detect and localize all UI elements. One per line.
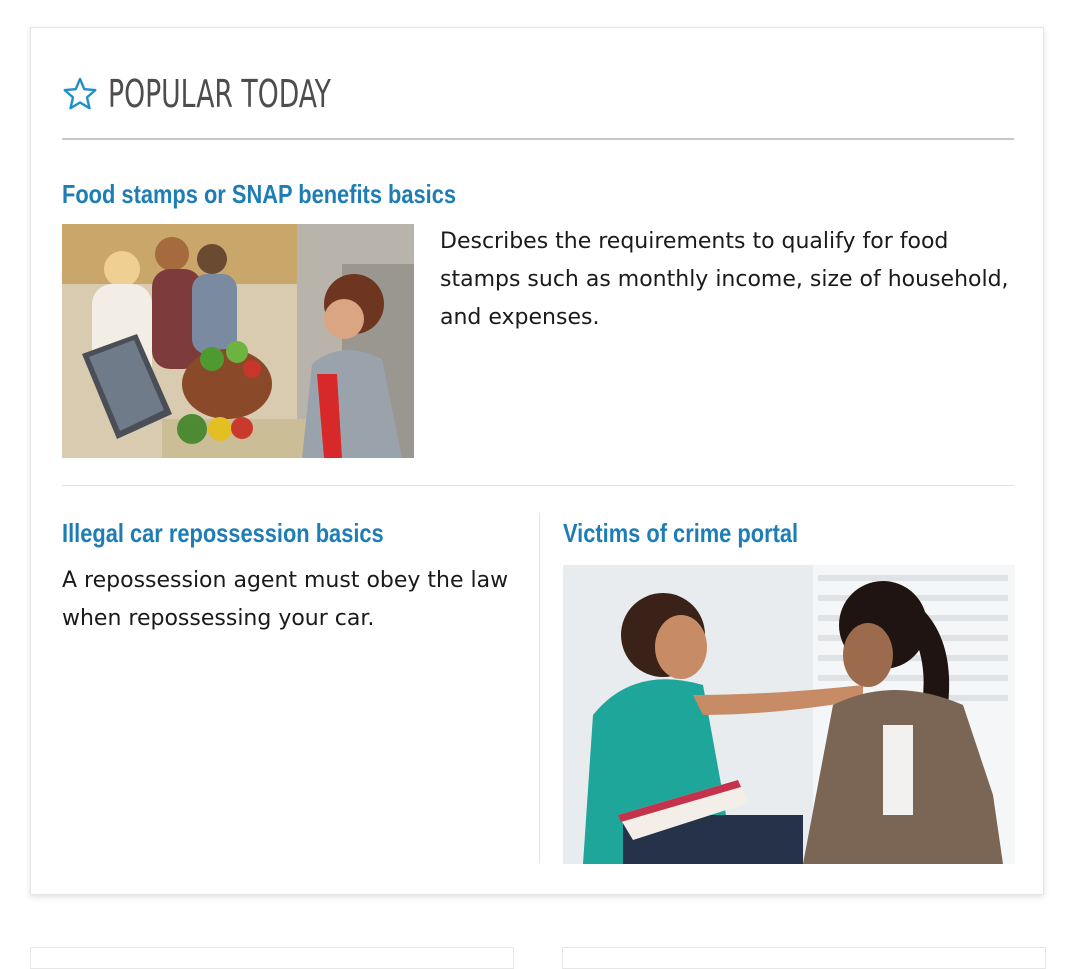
next-card-stub bbox=[30, 947, 514, 969]
header-divider bbox=[62, 138, 1014, 140]
section-divider bbox=[62, 485, 1014, 486]
section-title: POPULAR TODAY bbox=[108, 72, 331, 116]
card-header: POPULAR TODAY bbox=[62, 72, 394, 116]
popular-today-card: POPULAR TODAY Food stamps or SNAP benefi… bbox=[30, 27, 1044, 895]
article-description: A repossession agent must obey the law w… bbox=[62, 568, 509, 631]
next-card-stub bbox=[562, 947, 1046, 969]
star-icon bbox=[63, 77, 97, 110]
article-title-link[interactable]: Food stamps or SNAP benefits basics bbox=[62, 179, 456, 210]
article-image[interactable] bbox=[563, 565, 1015, 864]
column-divider bbox=[539, 513, 540, 863]
article-description: Describes the requirements to qualify fo… bbox=[440, 229, 1009, 330]
article-title-link[interactable]: Victims of crime portal bbox=[563, 518, 798, 549]
article-image[interactable] bbox=[62, 224, 414, 458]
article-title-link[interactable]: Illegal car repossession basics bbox=[62, 518, 384, 549]
